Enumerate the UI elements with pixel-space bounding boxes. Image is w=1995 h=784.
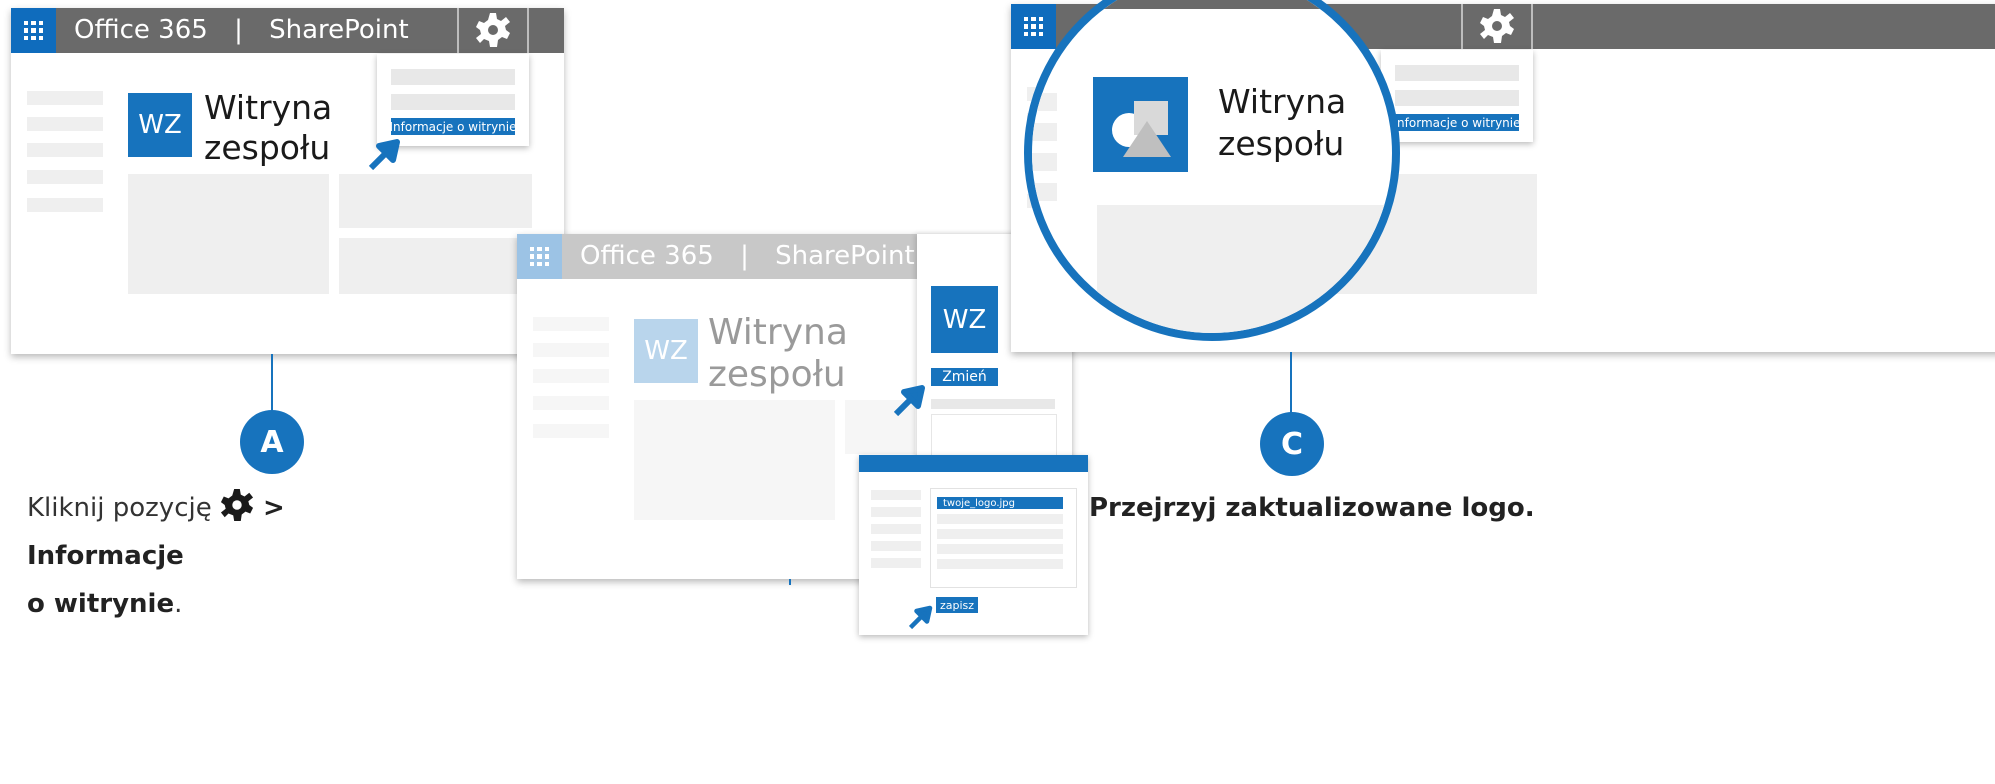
- suite-title: Office 365 | SharePoint: [74, 15, 409, 45]
- pointer-arrow-icon: [369, 139, 400, 170]
- title-separator: |: [234, 15, 243, 45]
- site-info-menu-item[interactable]: Informacje o witrynie: [390, 118, 517, 135]
- site-logo: WZ: [128, 93, 192, 157]
- selected-file[interactable]: twoje_logo.jpg: [937, 497, 1063, 509]
- step-marker-c: C: [1260, 412, 1324, 476]
- service-name: SharePoint: [269, 15, 409, 45]
- site-title-zoomed: Witryna zespołu: [1218, 82, 1347, 163]
- screenshot-a: Office 365 | SharePoint WZ Witryna zespoł…: [11, 8, 564, 354]
- file-dialog: twoje_logo.jpg zapisz: [859, 455, 1088, 635]
- app-launcher-button[interactable]: [11, 8, 56, 53]
- shapes-icon: [1112, 101, 1171, 157]
- site-logo-faded: WZ: [634, 319, 698, 383]
- site-logo-preview: WZ: [931, 286, 998, 353]
- settings-button[interactable]: [1461, 4, 1533, 49]
- app-launcher-button[interactable]: [1011, 4, 1056, 49]
- site-info-menu-item[interactable]: Informacje o witrynie: [1394, 114, 1521, 131]
- gear-icon: [220, 488, 254, 522]
- app-launcher-icon: [1024, 17, 1043, 36]
- site-title-faded: Witryna zespołu: [708, 312, 848, 395]
- step-c-caption: Przejrzyj zaktualizowane logo.: [1089, 493, 1535, 523]
- app-launcher-button[interactable]: [517, 234, 562, 279]
- app-launcher-icon: [530, 247, 549, 266]
- settings-menu: Informacje o witrynie: [1381, 50, 1533, 142]
- step-marker-a: A: [240, 410, 304, 474]
- settings-button[interactable]: [457, 8, 529, 53]
- site-title: Witryna zespołu: [204, 88, 333, 167]
- app-name: Office 365: [74, 15, 208, 45]
- new-site-logo: [1093, 77, 1188, 172]
- suite-title: Office 365 | SharePoint: [580, 241, 915, 271]
- gear-icon: [476, 13, 510, 47]
- change-logo-button[interactable]: Zmień: [931, 368, 998, 386]
- pointer-arrow-icon: [894, 385, 925, 416]
- app-launcher-icon: [24, 21, 43, 40]
- suite-bar: Office 365 | SharePoint: [11, 8, 564, 53]
- connector-b: [789, 579, 791, 585]
- gear-icon: [1480, 9, 1514, 43]
- pointer-arrow-icon: [909, 605, 933, 629]
- step-a-caption: Kliknij pozycję > Informacje o witrynie.: [27, 484, 447, 628]
- settings-menu: Informacje o witrynie: [377, 54, 529, 146]
- file-list: twoje_logo.jpg: [930, 488, 1077, 588]
- save-button[interactable]: zapisz: [936, 597, 978, 613]
